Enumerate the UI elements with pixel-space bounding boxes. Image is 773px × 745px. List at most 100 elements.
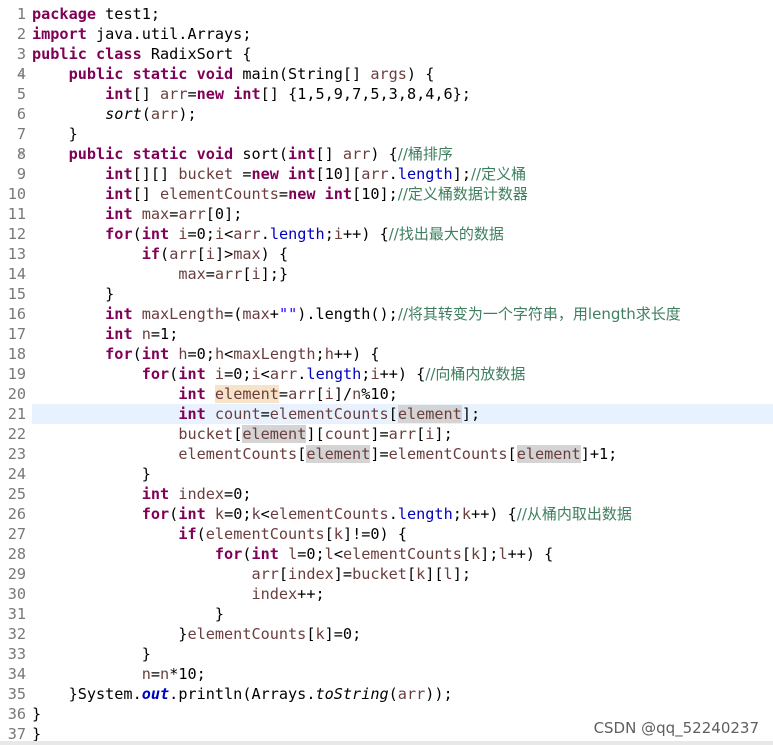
code-text: ];: [452, 165, 471, 183]
code-line[interactable]: 26 for(int k=0;k<elementCounts.length;k+…: [0, 504, 773, 524]
keyword: int: [105, 85, 133, 103]
line-number: 14: [7, 265, 26, 283]
code-line[interactable]: 28 for(int l=0;l<elementCounts[k];l++) {: [0, 544, 773, 564]
code-text: ]=0;: [324, 625, 362, 643]
code-text: }: [32, 465, 151, 483]
variable: maxLength: [141, 305, 225, 323]
variable: i: [214, 225, 225, 243]
fold-toggle-icon[interactable]: ⊖: [19, 144, 29, 164]
line-number: 3: [16, 45, 26, 63]
code-text: .: [388, 165, 398, 183]
code-line[interactable]: 23 elementCounts[element]=elementCounts[…: [0, 444, 773, 464]
code-text: (: [169, 365, 179, 383]
code-text-line: int max=arr[0];: [32, 204, 773, 224]
code-text: main(String[]: [233, 65, 371, 83]
code-text: ];: [434, 425, 453, 443]
code-text: [0];: [205, 205, 243, 223]
code-line[interactable]: 19 for(int i=0;i<arr.length;i++) {//向桶内放…: [0, 364, 773, 384]
code-line[interactable]: 31 }: [0, 604, 773, 624]
line-number: 15: [7, 285, 26, 303]
occurrence-read: element: [397, 405, 462, 423]
code-text: <: [224, 225, 234, 243]
code-line[interactable]: 32 }elementCounts[k]=0;: [0, 624, 773, 644]
code-text: [: [406, 565, 417, 583]
line-number: 20: [7, 385, 26, 403]
fold-toggle-icon[interactable]: ⊖: [19, 64, 29, 84]
code-line[interactable]: 25 int index=0;: [0, 484, 773, 504]
code-line[interactable]: 18 for(int h=0;h<maxLength;h++) {: [0, 344, 773, 364]
code-text: ).length();: [297, 305, 398, 323]
code-line[interactable]: 10 int[] elementCounts=new int[10];//定义桶…: [0, 184, 773, 204]
code-line[interactable]: 30 index++;: [0, 584, 773, 604]
variable: h: [214, 345, 225, 363]
line-number: 22: [7, 425, 26, 443]
code-line[interactable]: 34 n=n*10;: [0, 664, 773, 684]
code-text: <: [260, 505, 270, 523]
code-text: }: [32, 125, 78, 143]
variable: elementCounts: [269, 505, 389, 523]
code-text-line: sort(arr);: [32, 104, 773, 124]
line-number: 32: [7, 625, 26, 643]
code-line[interactable]: 21 int count=elementCounts[element];: [0, 404, 773, 424]
code-text: [] {1,5,9,7,5,3,8,4,6};: [260, 85, 471, 103]
code-line[interactable]: 13 if(arr[i]>max) {: [0, 244, 773, 264]
code-line[interactable]: 6 sort(arr);: [0, 104, 773, 124]
code-text-line: }: [32, 604, 773, 624]
code-line[interactable]: 29 arr[index]=bucket[k][l];: [0, 564, 773, 584]
code-text: %10;: [361, 385, 398, 403]
code-line[interactable]: 20 int element=arr[i]/n%10;: [0, 384, 773, 404]
code-line[interactable]: 2 import java.util.Arrays;: [0, 24, 773, 44]
variable: k: [214, 505, 225, 523]
code-text: }: [32, 625, 188, 643]
line-number: 18: [7, 345, 26, 363]
code-text: ));: [425, 685, 453, 703]
code-line[interactable]: 8 ⊖ public static void sort(int[] arr) {/…: [0, 144, 773, 164]
code-text: (: [160, 245, 170, 263]
keyword: new int: [251, 165, 316, 183]
code-text-line: }: [32, 124, 773, 144]
code-line[interactable]: 35 }System.out.println(Arrays.toString(a…: [0, 684, 773, 704]
horizontal-scrollbar[interactable]: [0, 741, 773, 745]
code-line[interactable]: 22 bucket[element][count]=arr[i];: [0, 424, 773, 444]
code-text: [: [297, 445, 307, 463]
code-line[interactable]: 27 if(elementCounts[k]!=0) {: [0, 524, 773, 544]
variable: arr: [169, 245, 197, 263]
code-line[interactable]: 7 }: [0, 124, 773, 144]
keyword: int: [141, 485, 170, 503]
code-line[interactable]: 24 }: [0, 464, 773, 484]
keyword: int: [178, 505, 206, 523]
code-line[interactable]: 1 package test1;: [0, 4, 773, 24]
keyword: int: [105, 305, 133, 323]
field: length: [397, 505, 453, 523]
keyword: int: [251, 545, 279, 563]
code-line[interactable]: 11 int max=arr[0];: [0, 204, 773, 224]
line-number: 36: [7, 705, 26, 723]
code-line[interactable]: 16 int maxLength=(max+"").length();//将其转…: [0, 304, 773, 324]
code-text: .println(Arrays.: [169, 685, 316, 703]
keyword: int: [105, 325, 133, 343]
code-line[interactable]: 5 int[] arr=new int[] {1,5,9,7,5,3,8,4,6…: [0, 84, 773, 104]
code-text: ]!=0) {: [342, 525, 407, 543]
variable: max: [178, 265, 206, 283]
code-line[interactable]: 14 max=arr[i];}: [0, 264, 773, 284]
variable: i: [214, 365, 225, 383]
code-line[interactable]: 4 ⊖ public static void main(String[] args…: [0, 64, 773, 84]
code-line[interactable]: 3 public class RadixSort {: [0, 44, 773, 64]
code-line[interactable]: 9 int[][] bucket =new int[10][arr.length…: [0, 164, 773, 184]
variable: k: [315, 625, 325, 643]
variable: maxLength: [233, 345, 316, 363]
code-line[interactable]: 15 }: [0, 284, 773, 304]
code-line[interactable]: 33 }: [0, 644, 773, 664]
code-line[interactable]: 12 for(int i=0;i<arr.length;i++) {//找出最大…: [0, 224, 773, 244]
line-number: 27: [7, 525, 26, 543]
code-line[interactable]: 17 int n=1;: [0, 324, 773, 344]
code-editor[interactable]: 1 package test1; 2 import java.util.Arrays;…: [0, 0, 773, 745]
